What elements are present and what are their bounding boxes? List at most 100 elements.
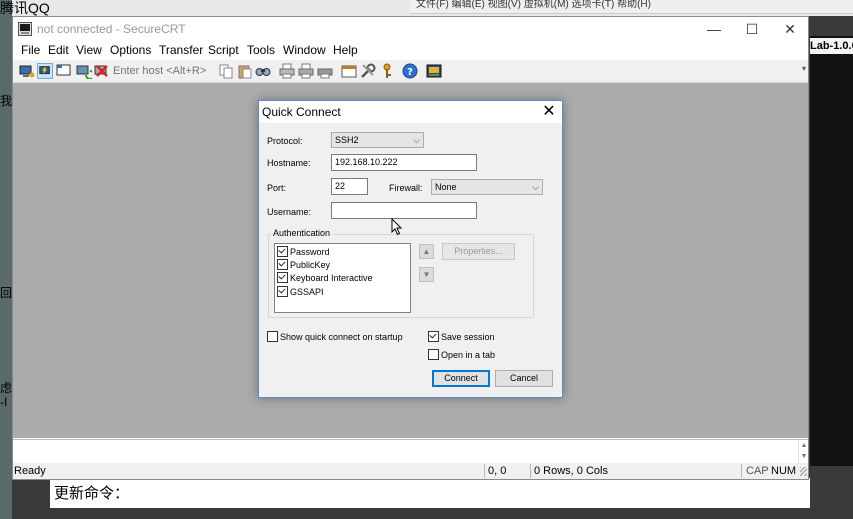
status-bar: Ready 0, 0 0 Rows, 0 Cols CAP NUM <box>13 463 808 479</box>
print-icon[interactable] <box>279 63 295 79</box>
checkbox-checked-icon[interactable] <box>277 272 288 284</box>
auth-method-keyboard-interactive[interactable]: Keyboard Interactive <box>277 272 373 284</box>
print-selection-icon[interactable] <box>317 63 333 79</box>
move-down-button[interactable]: ▼ <box>419 267 434 282</box>
copy-icon[interactable] <box>218 63 234 79</box>
maximize-button[interactable]: ☐ <box>733 17 771 41</box>
status-divider <box>530 464 531 478</box>
enter-host-input[interactable] <box>111 63 213 78</box>
dialog-close-button[interactable]: ✕ <box>540 103 558 121</box>
status-divider <box>741 464 742 478</box>
sftp-icon[interactable] <box>426 63 442 79</box>
checkbox-checked-icon[interactable] <box>277 259 288 271</box>
disconnect-icon[interactable] <box>94 63 110 79</box>
quick-connect-icon[interactable] <box>37 63 53 79</box>
desktop-left-strip <box>0 0 12 519</box>
dialog-title-bar[interactable]: Quick Connect ✕ <box>259 101 562 123</box>
status-ready: Ready <box>14 465 46 477</box>
securecrt-app-icon <box>18 22 32 36</box>
auth-method-gssapi[interactable]: GSSAPI <box>277 286 324 298</box>
desktop-side-char: -I <box>0 395 8 409</box>
background-window-title: Lab-1.0.0 <box>810 38 853 54</box>
firewall-value: None <box>435 182 457 192</box>
menu-edit[interactable]: Edit <box>48 43 69 57</box>
status-size: 0 Rows, 0 Cols <box>534 465 608 477</box>
show-on-startup-checkbox[interactable]: Show quick connect on startup <box>267 331 403 343</box>
arrow-up-icon: ▲ <box>422 247 431 256</box>
menu-window[interactable]: Window <box>283 43 326 57</box>
hostname-input[interactable]: 192.168.10.222 <box>331 154 477 171</box>
keymap-icon[interactable] <box>379 63 395 79</box>
protocol-value: SSH2 <box>335 135 359 145</box>
global-options-icon[interactable] <box>360 63 376 79</box>
toolbar: ? ▾ <box>13 60 808 83</box>
mouse-cursor-icon <box>391 218 403 236</box>
hostname-label: Hostname: <box>267 158 311 168</box>
status-position: 0, 0 <box>488 465 507 477</box>
background-window-bottom <box>50 478 810 508</box>
properties-button[interactable]: Properties... <box>442 243 515 260</box>
firewall-select[interactable]: None ⌵ <box>431 179 543 195</box>
checkbox-unchecked-icon[interactable] <box>267 331 278 343</box>
svg-text:?: ? <box>407 67 413 78</box>
dialog-title: Quick Connect <box>262 105 341 119</box>
authentication-label: Authentication <box>271 228 333 238</box>
menu-bar: File Edit View Options Transfer Script T… <box>13 41 808 60</box>
auth-method-password[interactable]: Password <box>277 246 330 258</box>
help-icon[interactable]: ? <box>402 63 418 79</box>
background-window-terminal <box>810 36 853 466</box>
title-bar[interactable]: not connected - SecureCRT — ☐ ✕ <box>13 17 808 41</box>
username-label: Username: <box>267 207 312 217</box>
session-options-icon[interactable] <box>341 63 357 79</box>
connect-button[interactable]: Connect <box>432 370 490 387</box>
chevron-down-icon: ⌵ <box>413 135 420 145</box>
paste-icon[interactable] <box>237 63 253 79</box>
open-in-tab-checkbox[interactable]: Open in a tab <box>428 349 495 361</box>
menu-transfer[interactable]: Transfer <box>159 43 203 57</box>
status-caps-lock: CAP <box>746 465 769 477</box>
status-divider <box>484 464 485 478</box>
checkbox-checked-icon[interactable] <box>428 331 439 343</box>
reconnect-icon[interactable] <box>76 63 92 79</box>
username-input[interactable] <box>331 202 477 219</box>
checkbox-checked-icon[interactable] <box>277 286 288 298</box>
close-button[interactable]: ✕ <box>771 17 809 41</box>
window-title: not connected - SecureCRT <box>37 22 186 36</box>
checkbox-unchecked-icon[interactable] <box>428 349 439 361</box>
menu-view[interactable]: View <box>76 43 102 57</box>
firewall-label: Firewall: <box>389 183 423 193</box>
menu-tools[interactable]: Tools <box>247 43 275 57</box>
move-up-button[interactable]: ▲ <box>419 244 434 259</box>
protocol-label: Protocol: <box>267 136 303 146</box>
desktop-side-char: 虑 <box>0 381 13 395</box>
print-setup-icon[interactable] <box>298 63 314 79</box>
protocol-select[interactable]: SSH2 ⌵ <box>331 132 424 148</box>
arrow-down-icon: ▼ <box>422 270 431 279</box>
save-session-checkbox[interactable]: Save session <box>428 331 495 343</box>
port-input[interactable]: 22 <box>331 178 368 195</box>
resize-grip[interactable] <box>800 467 807 476</box>
desktop-side-char: 我 <box>0 94 13 108</box>
chevron-down-icon: ⌵ <box>532 182 539 192</box>
command-window[interactable]: ▲ ▼ <box>13 439 808 464</box>
background-window-text: 更新命令： <box>54 484 130 502</box>
desktop-side-char: 回 <box>0 286 13 300</box>
background-window-menubar: 文件(F) 编辑(E) 视图(V) 虚拟机(M) 选项卡(T) 帮助(H) <box>410 0 853 14</box>
cancel-button[interactable]: Cancel <box>495 370 553 387</box>
authentication-list: Password PublicKey Keyboard Interactive … <box>274 243 411 313</box>
command-window-scrollbar[interactable]: ▲ ▼ <box>798 440 809 463</box>
minimize-button[interactable]: — <box>695 17 733 41</box>
status-num-lock: NUM <box>771 465 797 477</box>
quick-connect-dialog: Quick Connect ✕ Protocol: SSH2 ⌵ Hostnam… <box>258 100 563 398</box>
connect-in-tab-icon[interactable] <box>56 63 72 79</box>
auth-method-publickey[interactable]: PublicKey <box>277 259 330 271</box>
port-label: Port: <box>267 183 287 193</box>
menu-file[interactable]: File <box>21 43 40 57</box>
menu-script[interactable]: Script <box>208 43 239 57</box>
menu-help[interactable]: Help <box>333 43 358 57</box>
connect-icon[interactable] <box>19 63 35 79</box>
toolbar-overflow-icon[interactable]: ▾ <box>802 64 806 73</box>
find-icon[interactable] <box>255 63 271 79</box>
checkbox-checked-icon[interactable] <box>277 246 288 258</box>
menu-options[interactable]: Options <box>110 43 151 57</box>
